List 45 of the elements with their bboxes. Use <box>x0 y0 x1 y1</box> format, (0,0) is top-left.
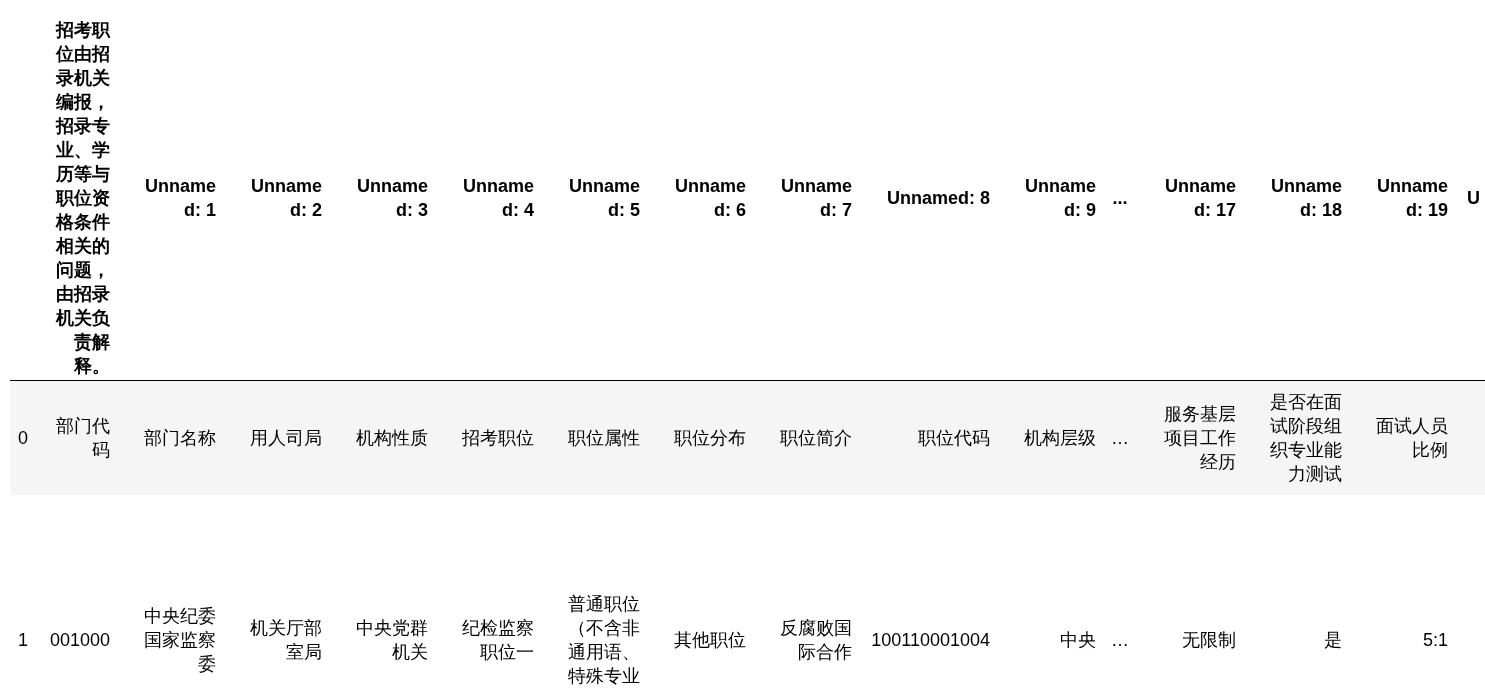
table-cell: 100110001004 <box>859 494 997 696</box>
table-cell: 部门名称 <box>117 380 223 495</box>
column-header: Unnamed: 19 <box>1349 0 1455 381</box>
table-cell: 是否在面试阶段组织专业能力测试 <box>1243 380 1349 495</box>
table-cell: 无限制 <box>1137 494 1243 696</box>
table-cell: 001000 <box>40 494 117 696</box>
column-header: Unnamed: 18 <box>1243 0 1349 381</box>
column-header: Unnamed: 4 <box>435 0 541 381</box>
column-header: Unnamed: 1 <box>117 0 223 381</box>
column-header: Unnamed: 9 <box>997 0 1103 381</box>
table-cell: … <box>1103 380 1137 495</box>
table-cell: 中央 <box>997 494 1103 696</box>
table-cell: 机关厅部室局 <box>223 494 329 696</box>
table-cell: 纪检监察职位一 <box>435 494 541 696</box>
column-header: Unnamed: 2 <box>223 0 329 381</box>
table-cell: 招考职位 <box>435 380 541 495</box>
table-cell: 职位属性 <box>541 380 647 495</box>
table-cell: 5:1 <box>1349 494 1455 696</box>
column-header: U <box>1455 0 1485 381</box>
column-header: Unnamed: 3 <box>329 0 435 381</box>
table-cell: 职位简介 <box>753 380 859 495</box>
table-cell: 部门代码 <box>40 380 117 495</box>
column-header: Unnamed: 17 <box>1137 0 1243 381</box>
column-header: 招考职位由招录机关编报，招录专业、学历等与职位资格条件相关的问题，由招录机关负责解释。 <box>40 0 117 381</box>
column-header: Unnamed: 5 <box>541 0 647 381</box>
row-index: 0 <box>10 380 40 495</box>
table-cell: 反腐败国际合作 <box>753 494 859 696</box>
row-index: 1 <box>10 494 40 696</box>
column-header: Unnamed: 7 <box>753 0 859 381</box>
table-cell: 职位代码 <box>859 380 997 495</box>
table-cell: 服务基层项目工作经历 <box>1137 380 1243 495</box>
table-cell: 机构层级 <box>997 380 1103 495</box>
table-cell: 中央纪委国家监察委 <box>117 494 223 696</box>
table-cell: 是 <box>1243 494 1349 696</box>
column-header: Unnamed: 6 <box>647 0 753 381</box>
table-cell: … <box>1103 494 1137 696</box>
table-cell: 中央党群机关 <box>329 494 435 696</box>
table-cell: 机构性质 <box>329 380 435 495</box>
table-cell: 面试人员比例 <box>1349 380 1455 495</box>
table-cell: 用人司局 <box>223 380 329 495</box>
column-header: ... <box>1103 0 1137 381</box>
column-header: Unnamed: 8 <box>859 0 997 381</box>
table-cell: 职位分布 <box>647 380 753 495</box>
table-cell: 普通职位（不含非通用语、特殊专业 <box>541 494 647 696</box>
table-cell: 其他职位 <box>647 494 753 696</box>
